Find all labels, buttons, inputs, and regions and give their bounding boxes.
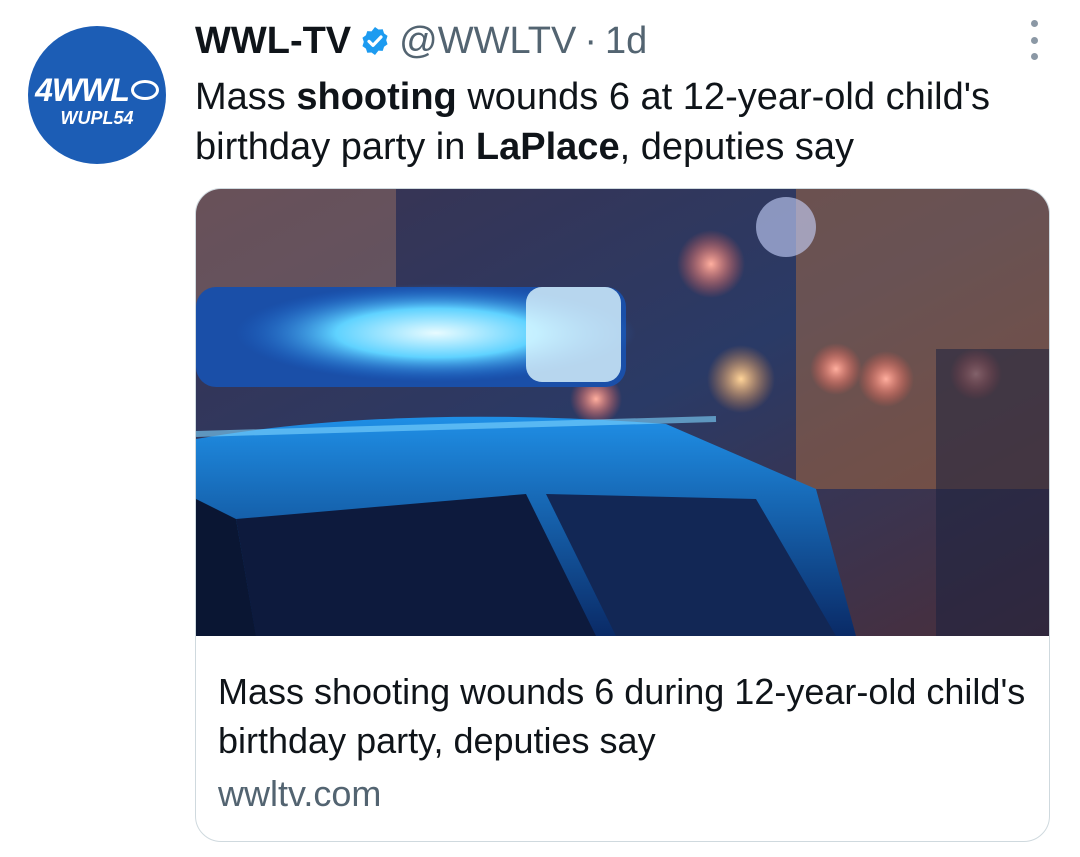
author-name[interactable]: WWL-TV: [195, 20, 351, 63]
card-title[interactable]: Mass shooting wounds 6 during 12-year-ol…: [218, 667, 1028, 765]
cbs-eye-icon: [130, 79, 159, 100]
more-dot: [1030, 36, 1038, 44]
author-handle[interactable]: @WWLTV: [399, 20, 576, 63]
card-domain: wwltv.com: [218, 773, 382, 814]
more-dot: [1030, 20, 1038, 27]
verified-badge-icon: [359, 25, 391, 57]
tweet-text-part: , deputies say: [619, 126, 855, 168]
tweet-header: WWL-TV @WWLTV · 1d: [195, 16, 647, 66]
timestamp[interactable]: 1d: [605, 20, 647, 63]
link-card[interactable]: Mass shooting wounds 6 during 12-year-ol…: [195, 188, 1050, 842]
more-dot: [1030, 53, 1038, 60]
avatar-logo-sub: WUPL54: [60, 108, 134, 128]
more-options-icon[interactable]: [1024, 20, 1044, 60]
avatar[interactable]: 4WWL WUPL54: [28, 26, 166, 164]
tweet-text-bold: LaPlace: [475, 126, 620, 168]
tweet-text: Mass shooting wounds 6 at 12-year-old ch…: [195, 72, 1055, 172]
avatar-logo: 4WWL: [34, 72, 160, 109]
separator-dot: ·: [584, 19, 597, 62]
tweet-text-bold: shooting: [296, 76, 457, 118]
tweet-text-part: Mass: [195, 76, 297, 118]
card-image[interactable]: [196, 189, 1049, 636]
